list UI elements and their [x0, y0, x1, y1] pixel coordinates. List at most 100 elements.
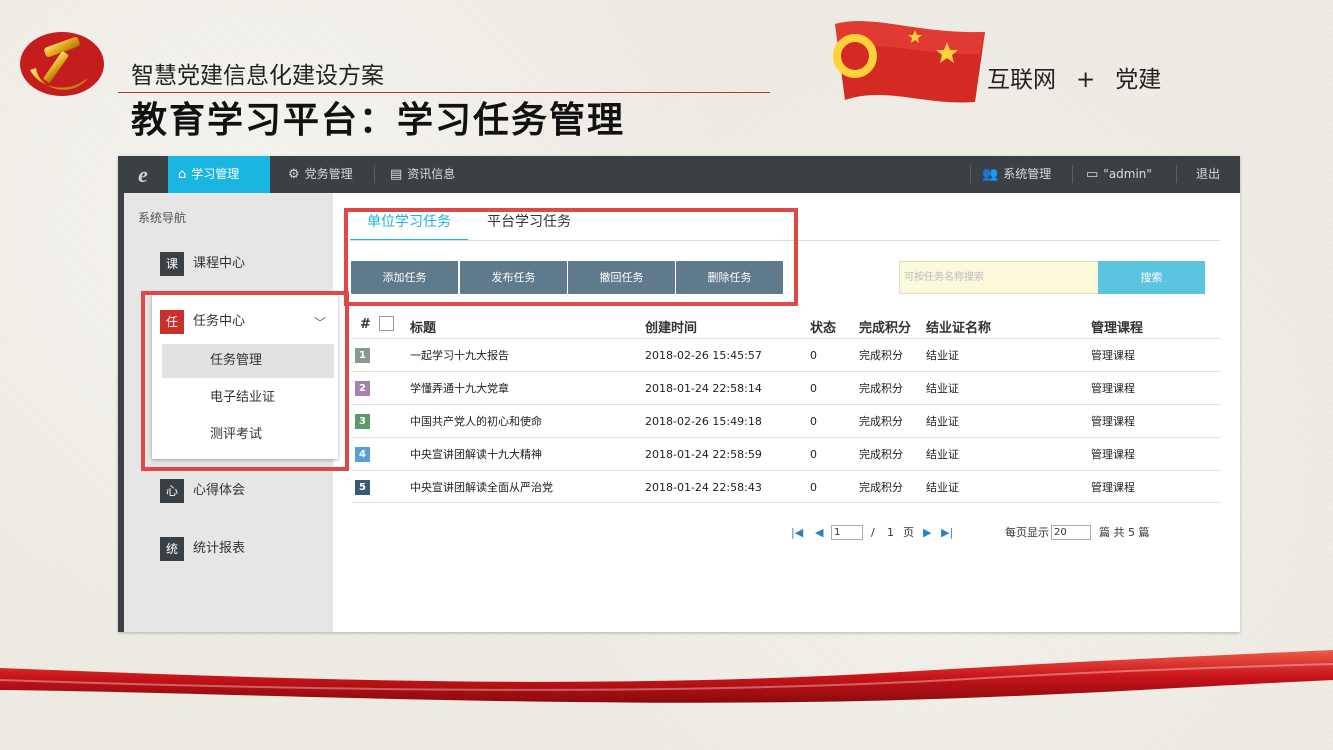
row-cert[interactable]: 结业证	[926, 348, 959, 363]
party-flag-icon	[833, 21, 985, 103]
search-button[interactable]: 搜索	[1098, 261, 1205, 294]
home-icon: ⌂	[178, 167, 187, 182]
row-points[interactable]: 完成积分	[859, 381, 903, 396]
col-cert: 结业证名称	[926, 321, 992, 336]
sidebar-item-reports[interactable]: 统统计报表	[160, 537, 245, 561]
row-created: 2018-02-26 15:45:57	[645, 349, 762, 362]
party-emblem-icon	[20, 32, 104, 96]
row-cert[interactable]: 结业证	[926, 381, 959, 396]
logout-button[interactable]: 退出	[1186, 156, 1230, 193]
main-content: 单位学习任务 平台学习任务 添加任务 发布任务 撤回任务 删除任务 可按任务名称…	[333, 193, 1240, 632]
nav-label: "admin"	[1103, 167, 1152, 181]
col-status: 状态	[810, 321, 837, 336]
row-course[interactable]: 管理课程	[1091, 381, 1135, 396]
nav-user-admin[interactable]: ▭ "admin"	[1076, 156, 1162, 193]
last-page-icon[interactable]: ▶|	[941, 525, 953, 541]
nav-label: 系统管理	[1003, 167, 1052, 181]
row-created: 2018-01-24 22:58:14	[645, 382, 762, 395]
row-points[interactable]: 完成积分	[859, 414, 903, 429]
nav-learning-management[interactable]: ⌂ 学习管理	[168, 156, 270, 193]
table-row[interactable]: 2 学懂弄通十九大党章 2018-01-24 22:58:14 0 完成积分 结业证 管理课…	[351, 371, 1221, 404]
sidebar-item-label: 心得体会	[193, 483, 246, 498]
table-row[interactable]: 1 一起学习十九大报告 2018-02-26 15:45:57 0 完成积分 结业证 管理课…	[351, 338, 1221, 371]
col-created: 创建时间	[645, 321, 698, 336]
nav-separator	[1176, 165, 1177, 183]
per-page-label: 每页显示	[1005, 526, 1049, 539]
nav-label: 资讯信息	[407, 167, 456, 181]
per-page-input[interactable]: 20	[1051, 525, 1091, 540]
course-badge-icon: 课	[160, 252, 184, 276]
row-number: 4	[355, 447, 370, 462]
sidebar-item-reflections[interactable]: 心心得体会	[160, 479, 245, 503]
row-status: 0	[810, 349, 817, 362]
app-window: e ⌂ 学习管理 ⚙ 党务管理 ▤ 资讯信息 👥 系统管理 ▭ "admin" 退出 系统…	[118, 156, 1240, 632]
total-count: 篇 共 5 篇	[1099, 526, 1150, 539]
search-input[interactable]: 可按任务名称搜索	[899, 261, 1099, 294]
row-status: 0	[810, 448, 817, 461]
nav-system-management[interactable]: 👥 系统管理	[972, 156, 1061, 193]
prev-page-icon[interactable]: ◀	[815, 525, 823, 541]
highlight-box-sidebar	[141, 291, 349, 471]
row-points[interactable]: 完成积分	[859, 480, 903, 495]
table-header: # 标题 创建时间 状态 完成积分 结业证名称 管理课程	[333, 313, 1240, 337]
page-separator: /	[871, 526, 875, 539]
next-page-icon[interactable]: ▶	[923, 525, 931, 541]
slide-title: 教育学习平台：学习任务管理	[131, 100, 626, 141]
top-navbar: e ⌂ 学习管理 ⚙ 党务管理 ▤ 资讯信息 👥 系统管理 ▭ "admin" 退出	[118, 156, 1240, 193]
row-points[interactable]: 完成积分	[859, 447, 903, 462]
users-icon: 👥	[982, 167, 999, 182]
row-cert[interactable]: 结业证	[926, 447, 959, 462]
slogan-plus: +	[1076, 67, 1096, 93]
select-all-checkbox[interactable]	[379, 316, 394, 331]
browser-logo-icon[interactable]: e	[128, 162, 158, 188]
sidebar-item-courses[interactable]: 课课程中心	[160, 252, 245, 276]
row-number: 1	[355, 348, 370, 363]
row-course[interactable]: 管理课程	[1091, 348, 1135, 363]
table-row[interactable]: 5 中央宣讲团解读全面从严治党 2018-01-24 22:58:43 0 完成积分 结业…	[351, 470, 1221, 503]
row-created: 2018-01-24 22:58:59	[645, 448, 762, 461]
report-badge-icon: 统	[160, 537, 184, 561]
row-title: 中央宣讲团解读全面从严治党	[410, 481, 553, 494]
row-status: 0	[810, 382, 817, 395]
row-number: 2	[355, 381, 370, 396]
table-row[interactable]: 3 中国共产党人的初心和使命 2018-02-26 15:49:18 0 完成积分 结业证…	[351, 404, 1221, 437]
nav-separator	[374, 165, 375, 183]
nav-news[interactable]: ▤ 资讯信息	[380, 156, 465, 193]
nav-party-affairs[interactable]: ⚙ 党务管理	[278, 156, 363, 193]
row-status: 0	[810, 481, 817, 494]
row-course[interactable]: 管理课程	[1091, 480, 1135, 495]
total-pages: 1	[887, 526, 894, 539]
row-created: 2018-01-24 22:58:43	[645, 481, 762, 494]
row-number: 3	[355, 414, 370, 429]
header-divider	[118, 92, 770, 93]
nav-label: 党务管理	[304, 167, 353, 181]
slide-subtitle: 智慧党建信息化建设方案	[131, 63, 384, 89]
page-input[interactable]: 1	[831, 525, 863, 540]
row-course[interactable]: 管理课程	[1091, 447, 1135, 462]
newspaper-icon: ▤	[390, 167, 403, 182]
nav-separator	[970, 165, 971, 183]
page-unit: 页	[903, 526, 914, 539]
slogan: 互联网 + 党建	[987, 60, 1161, 94]
sidebar: 系统导航 课课程中心 任任务中心 ﹀ 任务管理 电子结业证 测评考试 心心得体会…	[118, 193, 349, 632]
col-title: 标题	[410, 321, 437, 336]
pagination: |◀ ◀ 1 / 1 页 ▶ ▶| 每页显示 20 篇 共 5 篇	[791, 525, 1211, 541]
row-cert[interactable]: 结业证	[926, 414, 959, 429]
reflection-badge-icon: 心	[160, 479, 184, 503]
col-index: #	[360, 317, 371, 332]
row-title: 一起学习十九大报告	[410, 349, 509, 362]
row-course[interactable]: 管理课程	[1091, 414, 1135, 429]
row-points[interactable]: 完成积分	[859, 348, 903, 363]
row-created: 2018-02-26 15:49:18	[645, 415, 762, 428]
row-number: 5	[355, 480, 370, 495]
nav-separator	[1072, 165, 1073, 183]
first-page-icon[interactable]: |◀	[791, 525, 803, 541]
sidebar-item-label: 统计报表	[193, 541, 246, 556]
table-row[interactable]: 4 中央宣讲团解读十九大精神 2018-01-24 22:58:59 0 完成积分 结业证…	[351, 437, 1221, 470]
slogan-party: 党建	[1115, 67, 1162, 93]
id-card-icon: ▭	[1086, 167, 1099, 182]
col-course: 管理课程	[1091, 321, 1144, 336]
row-title: 学懂弄通十九大党章	[410, 382, 509, 395]
row-cert[interactable]: 结业证	[926, 480, 959, 495]
col-points: 完成积分	[859, 321, 912, 336]
